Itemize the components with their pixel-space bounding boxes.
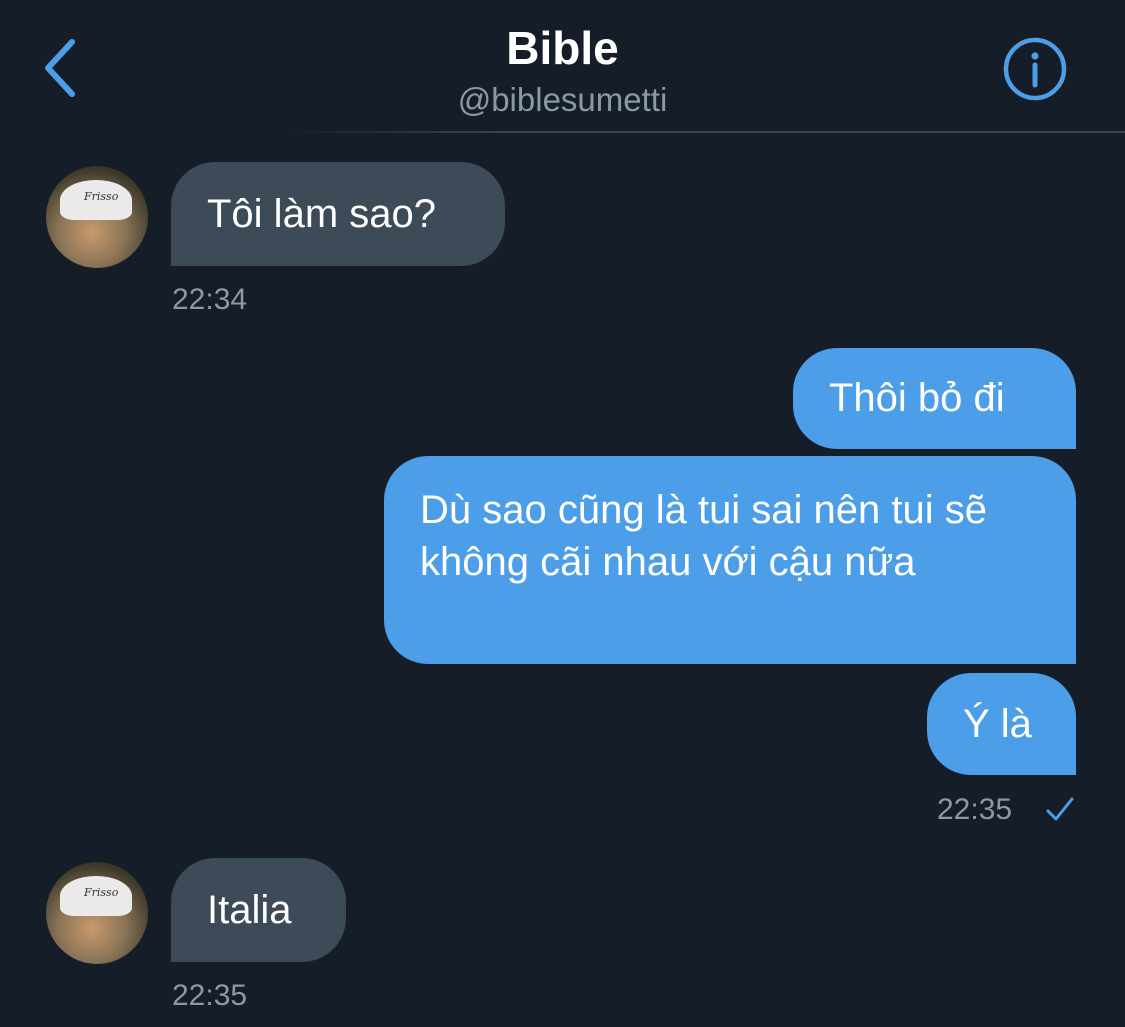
message-timestamp: 22:35 xyxy=(937,793,1013,826)
message-bubble-incoming[interactable]: Italia xyxy=(171,858,346,962)
message-timestamp: 22:34 xyxy=(172,283,248,316)
conversation-handle: @biblesumetti xyxy=(457,81,668,118)
conversation-title[interactable]: Bible xyxy=(0,22,1125,74)
header-divider xyxy=(290,131,1125,133)
avatar-hat-text: Frisso xyxy=(84,886,119,899)
info-button[interactable] xyxy=(1002,36,1068,102)
check-icon xyxy=(1046,797,1074,821)
message-timestamp: 22:35 xyxy=(172,979,248,1012)
avatar[interactable]: Frisso xyxy=(46,166,148,268)
message-bubble-outgoing[interactable]: Dù sao cũng là tui sai nên tui sẽ không … xyxy=(384,456,1076,664)
message-bubble-outgoing[interactable]: Ý là xyxy=(927,673,1076,775)
info-icon xyxy=(1003,37,1067,101)
avatar-hat-text: Frisso xyxy=(84,190,119,203)
conversation-header: Bible @biblesumetti xyxy=(0,0,1125,134)
avatar[interactable]: Frisso xyxy=(46,862,148,964)
message-bubble-incoming[interactable]: Tôi làm sao? xyxy=(171,162,505,266)
message-bubble-outgoing[interactable]: Thôi bỏ đi xyxy=(793,348,1076,449)
